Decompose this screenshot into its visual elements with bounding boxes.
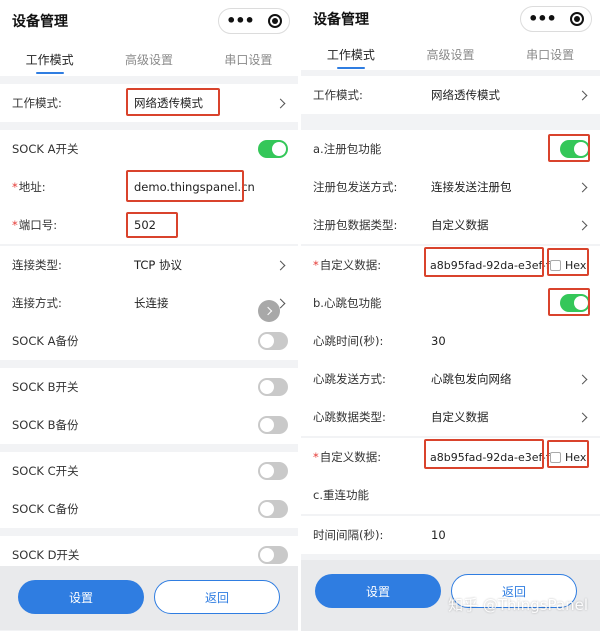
work-mode-label: 工作模式: — [313, 88, 363, 102]
port-label: *端口号: — [12, 218, 58, 232]
sock-a-toggle[interactable] — [258, 140, 288, 158]
sock-b-switch-label: SOCK B开关 — [12, 380, 79, 394]
register-type-row[interactable]: 注册包数据类型: 自定义数据 — [301, 206, 600, 244]
tab-serial[interactable]: 串口设置 — [522, 40, 578, 69]
highlight-box — [548, 288, 590, 316]
sock-a-switch-label: SOCK A开关 — [12, 142, 79, 156]
heartbeat-send-value: 心跳包发向网络 — [431, 372, 512, 386]
conn-mode-label: 连接方式: — [12, 296, 62, 310]
right-screen: 设备管理 ••• 工作模式 高级设置 串口设置 工作模式: 网络透传模式 a.注… — [301, 0, 600, 631]
highlight-box — [548, 134, 590, 162]
register-custom-label: *自定义数据: — [313, 258, 382, 272]
chevron-right-icon — [263, 306, 273, 316]
sock-b-backup-label: SOCK B备份 — [12, 418, 79, 432]
more-icon[interactable]: ••• — [528, 11, 557, 27]
register-func-label: a.注册包功能 — [313, 142, 382, 156]
sock-c-switch-row: SOCK C开关 — [0, 452, 298, 490]
close-target-icon[interactable] — [569, 12, 584, 26]
sock-b-toggle[interactable] — [258, 378, 288, 396]
work-mode-value: 网络透传模式 — [431, 88, 500, 102]
heartbeat-type-label: 心跳数据类型: — [313, 410, 386, 424]
sock-d-toggle[interactable] — [258, 546, 288, 564]
conn-mode-row[interactable]: 连接方式: 长连接 — [0, 284, 298, 322]
floating-next-button[interactable] — [258, 300, 280, 322]
page-title: 设备管理 — [12, 14, 68, 30]
sock-a-backup-label: SOCK A备份 — [12, 334, 79, 348]
left-screen: 设备管理 ••• 工作模式 高级设置 串口设置 工作模式: 网络透传模式 SOC… — [0, 0, 298, 631]
sock-c-backup-row: SOCK C备份 — [0, 490, 298, 528]
chevron-right-icon — [275, 98, 286, 108]
sock-a-switch-row: SOCK A开关 — [0, 130, 298, 168]
watermark-text: 知乎 @ThingsPanel — [448, 596, 588, 614]
register-send-row[interactable]: 注册包发送方式: 连接发送注册包 — [301, 168, 600, 206]
tab-bar: 工作模式 高级设置 串口设置 — [0, 42, 298, 76]
work-mode-label: 工作模式: — [12, 96, 62, 110]
work-mode-row[interactable]: 工作模式: 网络透传模式 — [301, 76, 600, 114]
title-bar: 设备管理 ••• — [301, 0, 600, 38]
reconnect-row: c.重连功能 — [301, 476, 600, 514]
highlight-box — [424, 439, 544, 469]
conn-mode-value: 长连接 — [134, 296, 169, 310]
highlight-box — [547, 248, 589, 276]
back-button[interactable]: 返回 — [154, 580, 280, 614]
chevron-right-icon — [577, 90, 588, 100]
title-bar: 设备管理 ••• — [0, 0, 298, 42]
reconnect-label: c.重连功能 — [313, 488, 369, 502]
chevron-right-icon — [577, 182, 588, 192]
action-bar: 设置 返回 — [0, 566, 298, 630]
sock-c-backup-label: SOCK C备份 — [12, 502, 79, 516]
sock-b-backup-toggle[interactable] — [258, 416, 288, 434]
chevron-right-icon — [275, 260, 286, 270]
highlight-box — [424, 247, 544, 277]
page-title: 设备管理 — [313, 12, 369, 28]
heartbeat-type-row[interactable]: 心跳数据类型: 自定义数据 — [301, 398, 600, 436]
mini-program-capsule: ••• — [218, 8, 290, 34]
highlight-box — [126, 212, 178, 238]
address-label: *地址: — [12, 180, 46, 194]
conn-type-row[interactable]: 连接类型: TCP 协议 — [0, 246, 298, 284]
sock-a-backup-row: SOCK A备份 — [0, 322, 298, 360]
close-target-icon[interactable] — [267, 14, 282, 28]
highlight-box — [547, 440, 589, 468]
interval-row: 时间间隔(秒): 10 — [301, 516, 600, 554]
mini-program-capsule: ••• — [520, 6, 592, 32]
sock-b-backup-row: SOCK B备份 — [0, 406, 298, 444]
highlight-box — [126, 170, 244, 202]
tab-bar: 工作模式 高级设置 串口设置 — [301, 38, 600, 70]
set-button[interactable]: 设置 — [315, 574, 441, 608]
tab-advanced[interactable]: 高级设置 — [121, 45, 177, 74]
tab-work-mode[interactable]: 工作模式 — [323, 40, 379, 69]
more-icon[interactable]: ••• — [226, 13, 255, 29]
sock-c-backup-toggle[interactable] — [258, 500, 288, 518]
heartbeat-func-label: b.心跳包功能 — [313, 296, 382, 310]
chevron-right-icon — [577, 220, 588, 230]
tab-serial[interactable]: 串口设置 — [220, 45, 276, 74]
heartbeat-type-value: 自定义数据 — [431, 410, 489, 424]
sock-a-backup-toggle[interactable] — [258, 332, 288, 350]
interval-input[interactable]: 10 — [431, 528, 446, 542]
interval-label: 时间间隔(秒): — [313, 528, 384, 542]
register-type-label: 注册包数据类型: — [313, 218, 398, 232]
tab-work-mode[interactable]: 工作模式 — [22, 45, 78, 74]
register-send-value: 连接发送注册包 — [431, 180, 512, 194]
heartbeat-custom-label: *自定义数据: — [313, 450, 382, 464]
heartbeat-time-label: 心跳时间(秒): — [313, 334, 384, 348]
sock-b-switch-row: SOCK B开关 — [0, 368, 298, 406]
chevron-right-icon — [577, 412, 588, 422]
heartbeat-send-label: 心跳发送方式: — [313, 372, 386, 386]
heartbeat-send-row[interactable]: 心跳发送方式: 心跳包发向网络 — [301, 360, 600, 398]
tab-advanced[interactable]: 高级设置 — [422, 40, 478, 69]
sock-d-switch-label: SOCK D开关 — [12, 548, 80, 562]
conn-type-value: TCP 协议 — [134, 258, 182, 272]
conn-type-label: 连接类型: — [12, 258, 62, 272]
heartbeat-time-row: 心跳时间(秒): 30 — [301, 322, 600, 360]
highlight-box — [126, 88, 220, 116]
set-button[interactable]: 设置 — [18, 580, 144, 614]
register-send-label: 注册包发送方式: — [313, 180, 398, 194]
sock-c-toggle[interactable] — [258, 462, 288, 480]
chevron-right-icon — [577, 374, 588, 384]
sock-c-switch-label: SOCK C开关 — [12, 464, 79, 478]
heartbeat-time-input[interactable]: 30 — [431, 334, 446, 348]
register-type-value: 自定义数据 — [431, 218, 489, 232]
